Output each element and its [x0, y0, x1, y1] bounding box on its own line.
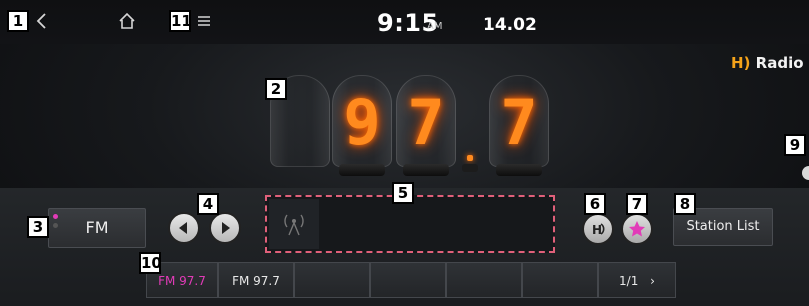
home-icon[interactable]	[117, 11, 137, 31]
tube-digit-1: 9	[332, 75, 392, 176]
svg-text:H: H	[592, 223, 602, 237]
tube-base	[496, 164, 542, 176]
next-arrow-icon	[222, 222, 230, 234]
tube-base	[403, 164, 449, 176]
tube-digit-2: 7	[396, 75, 456, 176]
hd-logo-text: Radio	[755, 54, 804, 72]
callout-4: 4	[197, 193, 219, 215]
callout-10: 10	[139, 252, 162, 274]
radio-screen: 1 11 2 9 4 5 6 7 8 3 10 9:15 AM 14.02 H)…	[0, 0, 809, 306]
signal-icon-area	[269, 199, 319, 249]
prev-arrow-icon	[179, 222, 187, 234]
frequency-digit: 7	[407, 86, 445, 159]
preset-item[interactable]	[294, 262, 370, 298]
callout-5: 5	[392, 182, 414, 204]
callout-8: 8	[674, 193, 696, 215]
decimal-base	[462, 164, 478, 172]
frequency-digit: 7	[500, 86, 538, 159]
hd-radio-logo: H) Radio	[731, 54, 804, 72]
preset-page-button[interactable]: 1/1 ›	[598, 262, 676, 298]
clock-ampm: AM	[427, 21, 443, 32]
star-icon	[629, 221, 645, 237]
decimal-point	[467, 155, 473, 161]
callout-3: 3	[27, 216, 49, 238]
callout-6: 6	[584, 193, 606, 215]
band-button[interactable]: FM	[48, 208, 146, 248]
hd-icon: H	[592, 223, 605, 237]
date-display: 14.02	[483, 15, 537, 35]
preset-item[interactable]	[370, 262, 446, 298]
side-panel-handle[interactable]	[802, 166, 809, 180]
seek-up-button[interactable]	[209, 212, 241, 244]
preset-item[interactable]	[522, 262, 598, 298]
band-label: FM	[85, 218, 109, 237]
tube-digit-3: 7	[489, 75, 549, 176]
callout-7: 7	[626, 193, 648, 215]
preset-item[interactable]	[446, 262, 522, 298]
preset-item[interactable]: FM 97.7	[218, 262, 294, 298]
menu-icon[interactable]	[195, 12, 213, 30]
callout-2: 2	[265, 78, 287, 100]
tube-base	[339, 164, 385, 176]
back-icon[interactable]	[32, 10, 52, 32]
callout-11: 11	[169, 10, 192, 32]
hd-logo-mark: H	[731, 54, 744, 72]
preset-row: FM 97.7 FM 97.7 1/1 ›	[146, 262, 676, 298]
callout-1: 1	[7, 10, 29, 32]
seek-down-button[interactable]	[168, 212, 200, 244]
hd-button[interactable]: H	[582, 213, 614, 245]
callout-9: 9	[784, 134, 806, 156]
preset-page-indicator: 1/1	[619, 274, 639, 288]
antenna-icon	[284, 214, 304, 236]
favorite-button[interactable]	[621, 213, 653, 245]
next-page-icon: ›	[650, 274, 655, 288]
preset-hd-badge-icon	[277, 265, 287, 273]
frequency-digit: 9	[343, 86, 381, 159]
